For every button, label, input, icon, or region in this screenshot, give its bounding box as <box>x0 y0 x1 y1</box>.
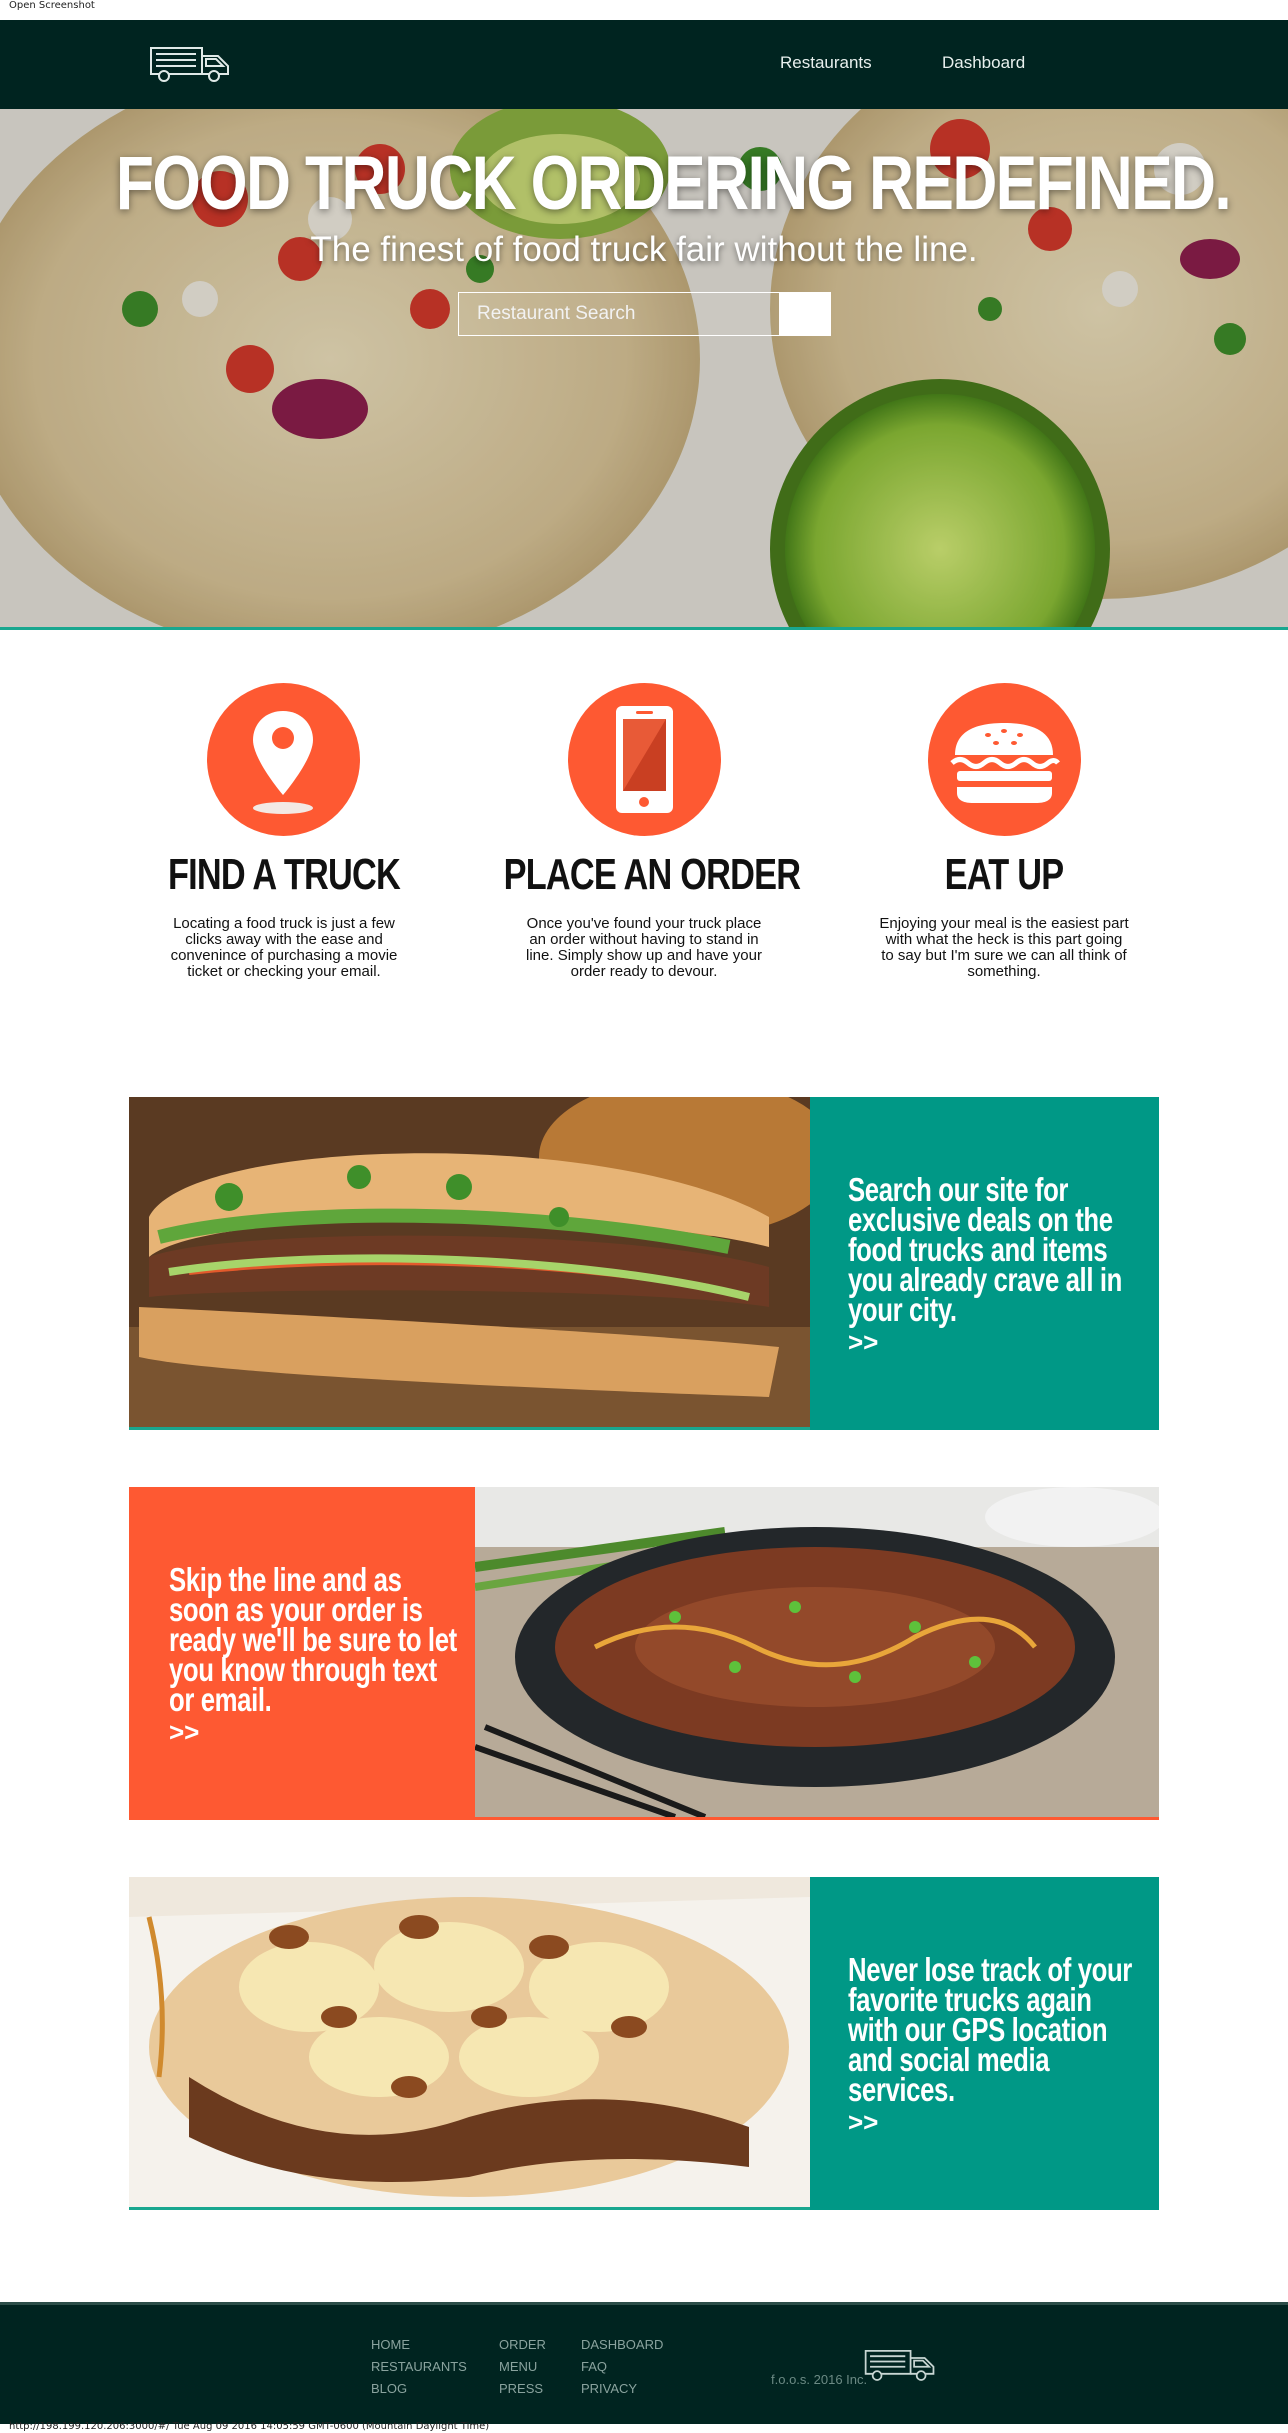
gps-card-arrow[interactable]: >> <box>848 2107 1159 2138</box>
footer-dashboard-link[interactable]: DASHBOARD <box>581 2334 663 2356</box>
gps-card-text: Never lose track of your favorite trucks… <box>848 1951 1132 2108</box>
footer-column: ORDER MENU PRESS <box>499 2334 546 2400</box>
restaurant-search-input[interactable] <box>458 292 780 336</box>
navbar: Restaurants Dashboard <box>0 20 1288 109</box>
screenshot-caption: Open Screenshot <box>9 0 95 11</box>
hero-title: FOOD TRUCK ORDERING REDEFINED. <box>115 141 1232 226</box>
food-truck-icon[interactable] <box>148 42 232 86</box>
footer-order-link[interactable]: ORDER <box>499 2334 546 2356</box>
rice-bowl-image <box>475 1487 1159 1817</box>
screenshot-url-caption: http://198.199.120.206:3000/#/ Tue Aug 0… <box>9 2421 490 2432</box>
notify-card-text: Skip the line and as soon as your order … <box>169 1561 457 1718</box>
feature-icon-circle <box>207 683 360 836</box>
feature-title: EAT UP <box>944 850 1064 899</box>
footer-faq-link[interactable]: FAQ <box>581 2356 663 2378</box>
burger-icon <box>950 723 1060 803</box>
waffle-photo <box>129 1877 810 2210</box>
nav-restaurants-link[interactable]: Restaurants <box>780 53 872 73</box>
sandwich-image <box>129 1097 810 1427</box>
footer-column: HOME RESTAURANTS BLOG <box>371 2334 467 2400</box>
smartphone-icon <box>616 706 673 813</box>
deals-card-panel[interactable]: Search our site for exclusive deals on t… <box>810 1097 1159 1430</box>
footer-column: DASHBOARD FAQ PRIVACY <box>581 2334 663 2400</box>
search-button[interactable] <box>780 292 831 336</box>
footer-privacy-link[interactable]: PRIVACY <box>581 2378 663 2400</box>
footer-press-link[interactable]: PRESS <box>499 2378 546 2400</box>
footer-home-link[interactable]: HOME <box>371 2334 467 2356</box>
notify-card-arrow[interactable]: >> <box>169 1717 475 1748</box>
hero-subtitle: The finest of food truck fair without th… <box>310 230 978 269</box>
footer-menu-link[interactable]: MENU <box>499 2356 546 2378</box>
feature-title: PLACE AN ORDER <box>503 850 801 899</box>
footer-copyright: f.o.o.s. 2016 Inc. <box>771 2372 868 2387</box>
banh-mi-photo <box>129 1097 810 1430</box>
notify-card-panel[interactable]: Skip the line and as soon as your order … <box>129 1487 475 1820</box>
footer-restaurants-link[interactable]: RESTAURANTS <box>371 2356 467 2378</box>
feature-description: Enjoying your meal is the easiest part w… <box>879 915 1129 980</box>
footer-blog-link[interactable]: BLOG <box>371 2378 467 2400</box>
feature-icon-circle <box>568 683 721 836</box>
footer: HOME RESTAURANTS BLOG ORDER MENU PRESS D… <box>0 2302 1288 2424</box>
gps-card-panel[interactable]: Never lose track of your favorite trucks… <box>810 1877 1159 2210</box>
deals-card-arrow[interactable]: >> <box>848 1327 1159 1358</box>
deals-card-text: Search our site for exclusive deals on t… <box>848 1171 1122 1328</box>
bowl-photo <box>475 1487 1159 1820</box>
feature-title: FIND A TRUCK <box>167 850 401 899</box>
map-pin-icon <box>253 711 313 814</box>
nav-dashboard-link[interactable]: Dashboard <box>942 53 1025 73</box>
food-truck-icon <box>864 2350 935 2381</box>
feature-description: Once you've found your truck place an or… <box>526 915 762 980</box>
feature-icon-circle <box>928 683 1081 836</box>
waffle-image <box>129 1877 810 2207</box>
feature-description: Locating a food truck is just a few clic… <box>170 915 398 980</box>
